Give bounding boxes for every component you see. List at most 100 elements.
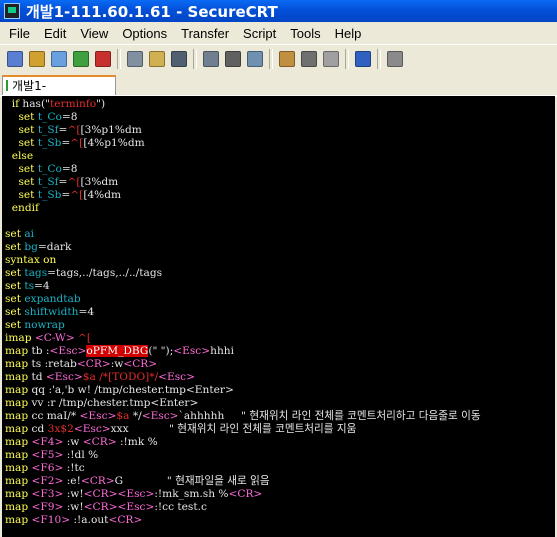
print-icon[interactable] (225, 50, 241, 67)
terminal-line: map <F9> :w!<CR><Esc>:!cc test.c (5, 501, 207, 514)
menu-help[interactable]: Help (328, 26, 369, 41)
terminal-line: map <F10> :!a.out<CR> (5, 514, 142, 527)
terminal-text: set (5, 176, 38, 188)
terminal-text: ts :retab (31, 358, 77, 370)
terminal-text: t_Co (37, 163, 62, 175)
terminal-text: t_Sb (37, 137, 62, 149)
toolbar-separator (193, 48, 197, 69)
toolbar-separator (117, 48, 121, 69)
terminal-line: set t_Co=8 (5, 163, 77, 176)
terminal-text: (" "); (148, 345, 174, 357)
copy-icon[interactable] (127, 50, 143, 67)
terminal-text: :w (63, 436, 83, 448)
toolbar-options-icon[interactable] (387, 50, 403, 67)
terminal-text: set (5, 306, 25, 318)
securecrt-app-icon (4, 3, 20, 19)
terminal-text: :!dl % (63, 449, 99, 461)
menu-transfer[interactable]: Transfer (174, 26, 236, 41)
terminal-text: tb : (31, 345, 50, 357)
menu-edit[interactable]: Edit (37, 26, 73, 41)
terminal-text: <Esc> (45, 371, 83, 383)
terminal-text: =tags,../tags,../../tags (47, 267, 163, 279)
toolbar-separator (377, 48, 381, 69)
terminal-text: set (5, 189, 38, 201)
terminal-text: " 현재위치 라인 전체를 코멘트처리를 지움 (169, 423, 357, 435)
keymap-icon[interactable] (323, 50, 339, 67)
terminal-text: :!tc (63, 462, 85, 474)
terminal-line: set nowrap (5, 319, 65, 332)
terminal-line: set ai (5, 228, 34, 241)
terminal-text: <F6> (31, 462, 64, 474)
terminal-text: map (5, 514, 32, 526)
terminal-text: ts (24, 280, 35, 292)
session-tab[interactable]: 개발1-111.60.1.61 (2, 75, 116, 111)
terminal-line: set t_Sb=^[[4%p1%dm (5, 137, 145, 150)
terminal-text: [4%dm (83, 189, 122, 201)
terminal-text: <CR> (83, 488, 118, 500)
terminal-text: :!mk % (116, 436, 158, 448)
terminal-text: <F10> (31, 514, 71, 526)
terminal-text: <CR> (82, 436, 117, 448)
help-icon[interactable] (355, 50, 371, 67)
terminal-text: G (114, 475, 167, 487)
terminal-text: =dark (37, 241, 72, 253)
menu-script[interactable]: Script (236, 26, 283, 41)
terminal-text: :w! (63, 501, 84, 513)
terminal-text: t_Co (37, 111, 62, 123)
terminal-text: set (5, 319, 25, 331)
terminal-text: set (5, 267, 25, 279)
terminal-text: `ahhhhh (178, 410, 242, 422)
find-icon[interactable] (171, 50, 187, 67)
terminal-text: set (5, 241, 25, 253)
connect-tab-icon[interactable] (51, 50, 67, 67)
terminal-text: <F9> (31, 501, 64, 513)
print-setup-icon[interactable] (203, 50, 219, 67)
terminal-text: vv :r /tmp/chester.tmp<Enter> (31, 397, 199, 409)
terminal-text: <CR> (76, 358, 111, 370)
menu-file[interactable]: File (0, 26, 37, 41)
terminal-text: set (5, 111, 38, 123)
paste-icon[interactable] (149, 50, 165, 67)
terminal-line: set expandtab (5, 293, 81, 306)
terminal-text: ^[ (70, 189, 84, 201)
terminal-text: ") (96, 98, 106, 110)
terminal-text: map (5, 475, 32, 487)
connect-icon[interactable] (7, 50, 23, 67)
terminal-text: <Esc> (117, 488, 155, 500)
terminal-text: t_Sf (37, 176, 59, 188)
menu-options[interactable]: Options (115, 26, 174, 41)
terminal-text: ^[ (70, 137, 84, 149)
menu-tools[interactable]: Tools (283, 26, 327, 41)
terminal-text: ^[ (78, 332, 92, 344)
terminal-text: <F4> (31, 436, 64, 448)
terminal-line: map cc maI/* <Esc>$a */<Esc>`ahhhhh " 현재… (5, 410, 481, 423)
terminal-text: :!a.out (70, 514, 109, 526)
terminal-text: map (5, 501, 32, 513)
terminal-text: <F2> (31, 475, 64, 487)
terminal-text: :w! (63, 488, 84, 500)
terminal-line: map ts :retab<CR>:w<CR> (5, 358, 157, 371)
terminal-text: <Esc> (158, 371, 195, 383)
terminal-text: = (61, 189, 71, 201)
terminal-screen[interactable]: if has("terminfo") set t_Co=8 set t_Sf=^… (2, 96, 555, 537)
print-selection-icon[interactable] (247, 50, 263, 67)
terminal-text: [4%p1%dm (83, 137, 145, 149)
terminal-text: =8 (61, 111, 78, 123)
global-options-icon[interactable] (301, 50, 317, 67)
disconnect-icon[interactable] (95, 50, 111, 67)
menu-view[interactable]: View (73, 26, 115, 41)
quick-connect-icon[interactable] (29, 50, 45, 67)
terminal-text: <Esc> (141, 410, 179, 422)
terminal-line: map td <Esc>$a /*[TODO]*/<Esc> (5, 371, 195, 384)
terminal-text: map (5, 384, 32, 396)
terminal-text: $a /*[TODO]*/ (82, 371, 159, 383)
terminal-line: else (5, 150, 33, 163)
terminal-text: */ (129, 410, 142, 422)
reconnect-icon[interactable] (73, 50, 89, 67)
terminal-text: nowrap (24, 319, 65, 331)
terminal-text: =4 (34, 280, 50, 292)
session-options-icon[interactable] (279, 50, 295, 67)
terminal-text: map (5, 423, 32, 435)
terminal-line: set t_Sf=^[[3%p1%dm (5, 124, 141, 137)
title-bar[interactable]: 개발1-111.60.1.61 - SecureCRT (0, 0, 557, 22)
